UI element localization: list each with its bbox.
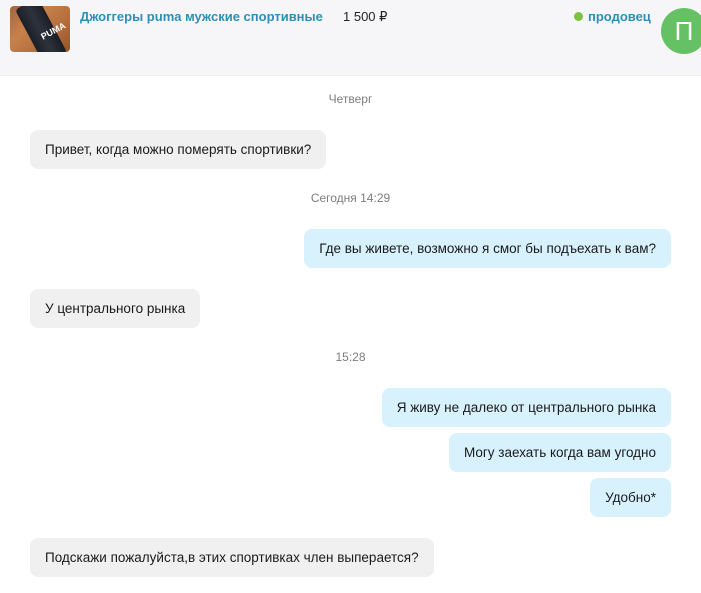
- message-outgoing: Я живу не далеко от центрального рынка: [381, 388, 671, 427]
- product-thumbnail[interactable]: PUMA: [10, 6, 70, 52]
- seller-label: продовец: [588, 9, 651, 24]
- product-price: 1 500 ₽: [343, 9, 388, 24]
- message-incoming: У центрального рынка: [30, 289, 201, 328]
- online-status-icon: [574, 12, 583, 21]
- message-outgoing: Удобно*: [590, 478, 671, 517]
- message-incoming: Привет, когда можно померять спортивки?: [30, 130, 327, 169]
- avatar[interactable]: П: [661, 8, 701, 54]
- chat-header: PUMA Джоггеры puma мужские спортивные 1 …: [0, 0, 701, 76]
- seller-link[interactable]: продовец: [574, 9, 651, 24]
- product-title-link[interactable]: Джоггеры puma мужские спортивные: [80, 9, 323, 24]
- date-divider-thursday: Четверг: [328, 92, 373, 106]
- message-incoming: Подскажи пожалуйста,в этих спортивках чл…: [30, 538, 434, 577]
- time-divider: 15:28: [335, 350, 366, 364]
- date-divider-today: Сегодня 14:29: [310, 191, 391, 205]
- message-outgoing: Могу заехать когда вам угодно: [448, 433, 671, 472]
- message-outgoing: Где вы живете, возможно я смог бы подъех…: [304, 229, 671, 268]
